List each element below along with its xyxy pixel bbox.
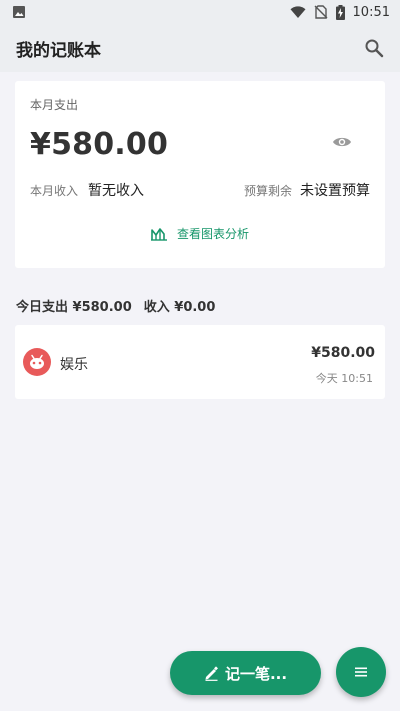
screen: 10:51 我的记账本 本月支出 ¥580.00 本月收入 暂无收入 预算剩余 … [0, 0, 400, 711]
app-title: 我的记账本 [16, 40, 101, 61]
today-income: 收入 ¥0.00 [143, 300, 216, 315]
month-income-row: 本月收入 暂无收入 [30, 180, 144, 200]
transaction-category: 娱乐 [60, 357, 88, 373]
month-expense-amount: ¥580.00 [30, 127, 169, 162]
budget-value: 未设置预算 [300, 183, 370, 199]
menu-icon [355, 667, 367, 677]
chart-analysis-label: 查看图表分析 [176, 227, 249, 241]
battery-charging-icon [335, 4, 345, 20]
today-expense: 今日支出 ¥580.00 [16, 300, 132, 315]
chart-analysis-link[interactable]: 查看图表分析 [15, 225, 385, 242]
month-income-label: 本月收入 [30, 184, 79, 198]
add-record-label: 记一笔... [224, 664, 288, 683]
entertainment-icon [23, 348, 51, 376]
monthly-summary-card: 本月支出 ¥580.00 本月收入 暂无收入 预算剩余 未设置预算 查看图表分析 [15, 81, 385, 268]
month-income-value: 暂无收入 [88, 183, 145, 199]
today-summary: 今日支出 ¥580.00 收入 ¥0.00 [16, 296, 215, 315]
menu-button[interactable] [336, 647, 386, 697]
wifi-icon [290, 5, 306, 19]
search-icon[interactable] [362, 36, 386, 60]
transaction-amount: ¥580.00 [311, 345, 375, 361]
transaction-time: 今天 10:51 [315, 372, 373, 385]
no-sim-icon [314, 5, 328, 19]
budget-row[interactable]: 预算剩余 未设置预算 [244, 180, 370, 200]
chart-icon [150, 227, 167, 241]
transaction-item[interactable]: 娱乐 ¥580.00 今天 10:51 [15, 325, 385, 399]
image-icon [12, 5, 26, 19]
status-time: 10:51 [352, 4, 390, 20]
eye-icon[interactable] [331, 134, 353, 150]
pencil-icon [204, 665, 219, 681]
add-record-button[interactable]: 记一笔... [170, 651, 321, 695]
budget-label: 预算剩余 [243, 184, 292, 198]
month-expense-label: 本月支出 [30, 98, 79, 112]
app-bar: 我的记账本 [0, 24, 400, 72]
status-bar: 10:51 [0, 0, 400, 24]
